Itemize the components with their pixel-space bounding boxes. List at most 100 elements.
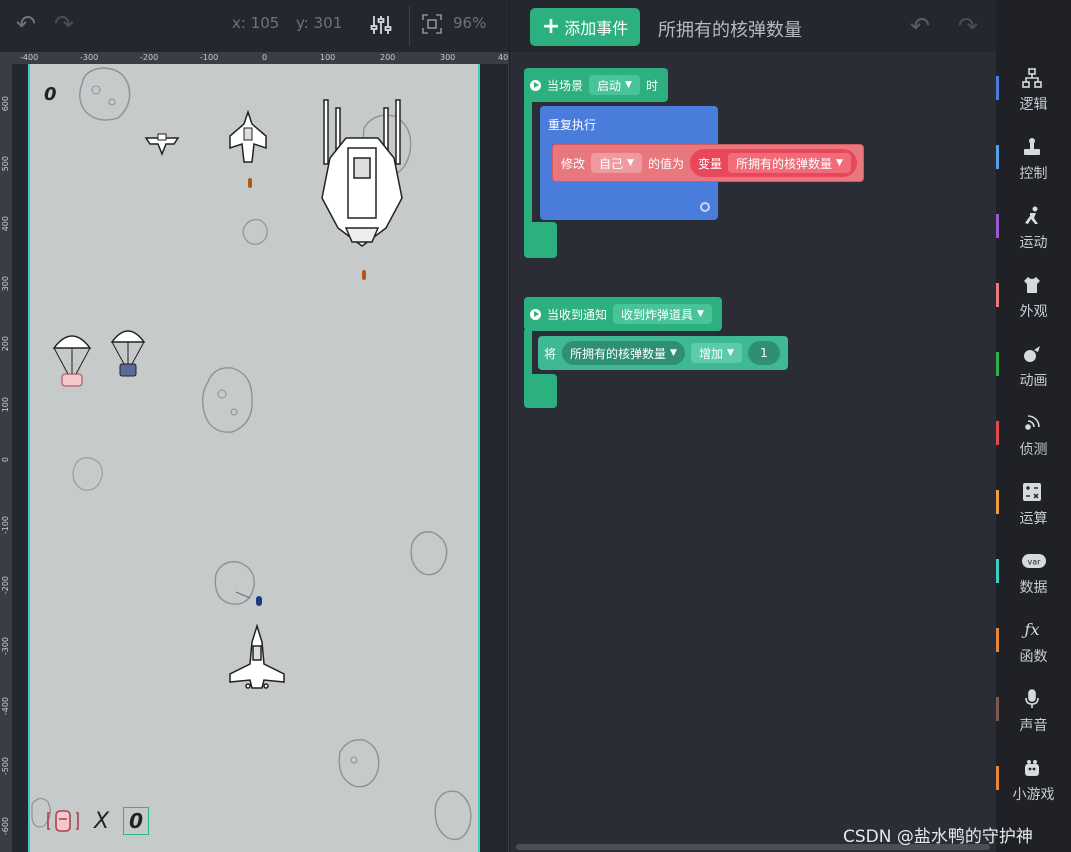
redo-icon[interactable]: ↷ [54, 10, 74, 38]
redo-icon[interactable]: ↷ [958, 12, 978, 40]
asteroid[interactable] [200, 364, 256, 436]
category-appearance[interactable]: 外观 [996, 263, 1071, 332]
category-logic[interactable]: 逻辑 [996, 56, 1071, 125]
category-control[interactable]: 控制 [996, 125, 1071, 194]
undo-icon[interactable]: ↶ [16, 10, 36, 38]
category-sensing[interactable]: 侦测 [996, 401, 1071, 470]
plus-icon: + [541, 14, 561, 39]
script-end-cap [524, 222, 557, 258]
variable-dropdown[interactable]: 所拥有的核弹数量 ▼ [562, 341, 685, 365]
bomb-item-parachute[interactable] [52, 330, 92, 394]
category-label: 外观 [1019, 304, 1048, 320]
ruler-tick: 400 [1, 216, 10, 232]
asteroid[interactable] [430, 786, 476, 846]
caret-down-icon: ▼ [670, 348, 677, 358]
asteroid[interactable] [240, 216, 270, 248]
ruler-tick: 500 [1, 156, 10, 172]
ruler-tick: -300 [80, 53, 99, 62]
category-function[interactable]: ƒx 函数 [996, 608, 1071, 677]
ruler-tick: -200 [140, 53, 159, 62]
ruler-tick: -200 [1, 576, 10, 595]
operation-dropdown[interactable]: 增加 ▼ [690, 343, 742, 363]
ruler-tick: 300 [1, 276, 10, 292]
block-label: 时 [645, 78, 658, 93]
sensing-icon [1022, 413, 1042, 433]
ruler-corner [0, 52, 12, 64]
dropdown-value: 所拥有的核弹数量 [735, 156, 832, 171]
change-variable-block[interactable]: 将 所拥有的核弹数量 ▼ 增加 ▼ 1 [538, 336, 788, 370]
caret-down-icon: ▼ [697, 309, 704, 319]
asteroid[interactable] [334, 736, 384, 792]
category-label: 小游戏 [1012, 787, 1055, 803]
dropdown-value: 自己 [599, 156, 624, 171]
category-data[interactable]: var 数据 [996, 539, 1071, 608]
player-plane[interactable] [228, 624, 286, 694]
game-stage[interactable]: 0 X 0 [28, 64, 480, 852]
ruler-left: 600 500 400 300 200 100 0 -100 -200 -300… [0, 64, 12, 852]
script-stem [524, 100, 532, 226]
watermark: CSDN @盐水鸭的守护神 [843, 827, 1033, 847]
fit-screen-icon[interactable] [422, 14, 442, 34]
ruler-tick: -600 [1, 817, 10, 836]
category-label: 声音 [1019, 718, 1048, 734]
caret-down-icon: ▼ [726, 348, 734, 358]
data-icon: var [1022, 551, 1046, 571]
add-event-button[interactable]: + 添加事件 [530, 8, 640, 46]
motion-icon [1022, 206, 1042, 226]
block-label: 重复执行 [548, 118, 597, 132]
ruler-tick: 100 [320, 53, 336, 62]
target-dropdown[interactable]: 自己 ▼ [591, 153, 642, 173]
category-motion[interactable]: 运动 [996, 194, 1071, 263]
stage-toolbar: ↶ ↷ x: 105 y: 301 96% [0, 0, 509, 52]
enemy-bullet [248, 178, 252, 188]
ruler-tick: -100 [1, 516, 10, 535]
multiply-sign: X [94, 808, 110, 834]
category-minigame[interactable]: 小游戏 [996, 746, 1071, 815]
asteroid[interactable] [74, 64, 134, 124]
category-label: 控制 [1019, 166, 1048, 182]
category-label: 侦测 [1019, 442, 1048, 458]
supply-item-parachute[interactable] [110, 326, 146, 382]
ruler-top: -400 -300 -200 -100 0 100 200 300 40 [12, 52, 509, 64]
category-animation[interactable]: 动画 [996, 332, 1071, 401]
ruler-tick: -400 [1, 697, 10, 716]
asteroid[interactable] [68, 454, 108, 494]
when-scene-starts-block[interactable]: 当场景 启动 ▼ 时 [524, 68, 668, 102]
variable-reporter[interactable]: 变量 所拥有的核弹数量 ▼ [689, 149, 857, 177]
sliders-icon[interactable] [370, 14, 392, 36]
bomb-counter: X 0 [46, 806, 150, 836]
dropdown-value: 收到炸弹道具 [621, 307, 694, 322]
bomb-icon [47, 810, 79, 832]
y-coordinate: y: 301 [296, 14, 343, 32]
asteroid[interactable] [406, 528, 452, 580]
number-input[interactable]: 1 [747, 341, 780, 365]
category-sound[interactable]: 声音 [996, 677, 1071, 746]
appearance-icon [1022, 275, 1042, 295]
sprite-title: 所拥有的核弹数量 [658, 20, 802, 41]
boss-ship[interactable] [316, 98, 408, 248]
ruler-tick: 0 [262, 53, 268, 62]
animation-icon [1022, 344, 1042, 364]
modify-value-block[interactable]: 修改 自己 ▼ 的值为 变量 所拥有的核弹数量 ▼ [552, 144, 864, 182]
dropdown-value: 所拥有的核弹数量 [570, 346, 667, 361]
undo-icon[interactable]: ↶ [910, 12, 930, 40]
block-label: 变量 [697, 156, 722, 171]
category-operator[interactable]: 运算 [996, 470, 1071, 539]
scene-event-dropdown[interactable]: 启动 ▼ [589, 75, 640, 95]
player-bullet [256, 596, 262, 606]
message-dropdown[interactable]: 收到炸弹道具 ▼ [613, 304, 712, 324]
block-label: 的值为 [647, 156, 684, 171]
enemy-plane-small[interactable] [144, 130, 180, 156]
block-category-sidebar: 逻辑 控制 运动 外观 动画 侦测 运算 var 数据 ƒx 函数 声音 小游戏 [996, 52, 1071, 852]
operator-icon [1022, 482, 1042, 502]
ruler-tick: -500 [1, 757, 10, 776]
asteroid[interactable] [210, 558, 260, 610]
variable-dropdown[interactable]: 所拥有的核弹数量 ▼ [727, 153, 851, 173]
block-label: 当场景 [547, 78, 584, 93]
dropdown-value: 启动 [597, 78, 622, 93]
dropdown-value: 增加 [698, 346, 723, 361]
when-receive-block[interactable]: 当收到通知 收到炸弹道具 ▼ [524, 297, 722, 331]
enemy-plane[interactable] [226, 110, 270, 166]
category-label: 数据 [1019, 580, 1048, 596]
ruler-tick: 200 [1, 336, 10, 352]
